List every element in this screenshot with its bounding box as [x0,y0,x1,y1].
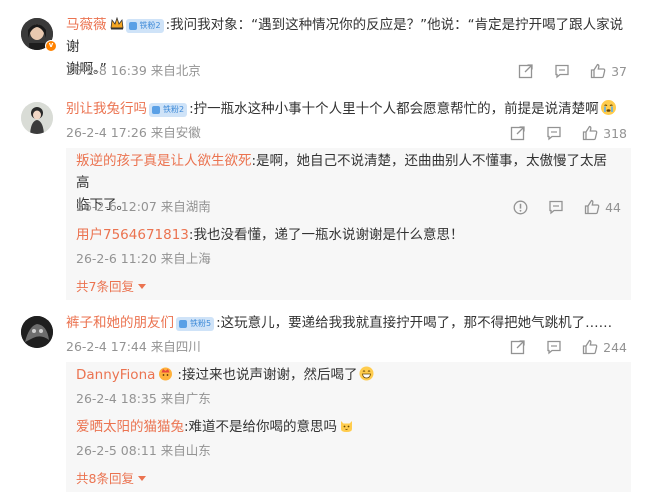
like-count: 37 [611,63,627,79]
alert-circle-icon [513,200,528,214]
like-count: 44 [605,199,621,215]
comment-meta: 26-2-4 17:26 来自安徽 [66,125,201,140]
more-replies-label: 共7条回复 [76,279,134,294]
comment-actions: 37 [498,62,627,80]
share-button[interactable] [510,125,526,141]
thumbs-up-icon [590,63,606,79]
crown-icon [110,17,123,30]
comment-actions: 318 [490,124,627,142]
comment-icon [547,340,561,355]
share-icon [510,340,525,355]
reply-meta: 26-2-6 11:20 来自上海 [76,251,211,266]
fan-badge: 铁粉2 [125,19,164,33]
reply-author[interactable]: DannyFiona [76,367,155,383]
thumbs-up-icon [582,125,598,141]
like-count: 318 [603,125,627,141]
fan-badge: 铁粉2 [149,103,188,117]
caret-down-icon [137,284,146,289]
more-replies-link[interactable]: 共7条回复 [76,276,146,295]
reply-body: :我也没看懂，递了一瓶水说谢谢是什么意思！ [188,227,464,243]
reply-author[interactable]: 用户7564671813 [76,227,189,243]
crying-emoji-icon [600,100,616,115]
like-button[interactable]: 44 [584,199,621,215]
comment-icon [549,200,563,215]
grinning-emoji-icon [359,366,374,381]
comment-meta: 26-2-8 16:39 来自北京 [66,63,201,78]
comment-item: v 马薇薇 铁粉2:我问我对象：“遇到这种情况你的反应是？”他说：“肯定是拧开喝了… [0,0,647,92]
avatar[interactable] [21,102,53,134]
reply-text: DannyFiona :接过来也说声谢谢，然后喝了 [76,364,616,386]
reply-button[interactable] [554,63,570,79]
reply-author[interactable]: 叛逆的孩子真是让人欲生欲死 [76,153,252,169]
reply-button[interactable] [546,339,562,355]
comment-author[interactable]: 别让我兔行吗 [66,101,147,117]
report-button[interactable] [513,200,528,215]
reply-body: :接过来也说声谢谢，然后喝了 [177,367,358,383]
comment-author[interactable]: 马薇薇 [66,17,107,33]
caret-down-icon [137,476,146,481]
share-button[interactable] [510,339,526,355]
share-icon [510,126,525,141]
reply-actions: 44 [493,198,621,216]
reply-meta: 26-2-6 12:07 来自湖南 [76,199,211,214]
reply-meta: 26-2-5 08:11 来自山东 [76,443,211,458]
comment-body: :拧一瓶水这种小事十个人里十个人都会愿意帮忙的，前提是说清楚啊 [189,101,599,117]
reply-text: 爱晒太阳的猫猫兔:难道不是给你喝的意思吗 [76,416,616,438]
thumbs-up-icon [582,339,598,355]
cat-emoji-icon [339,418,354,433]
comment-icon [547,126,561,141]
reply-button[interactable] [548,199,564,215]
like-button[interactable]: 318 [582,125,627,141]
thumbs-up-icon [584,199,600,215]
comment-meta: 26-2-4 17:44 来自四川 [66,339,201,354]
reply-text: 用户7564671813:我也没看懂，递了一瓶水说谢谢是什么意思！ [76,224,616,246]
reply-body: :难道不是给你喝的意思吗 [184,419,338,435]
comment-actions: 244 [490,338,627,356]
comment-body: :这玩意儿，要递给我我就直接拧开喝了，那不得把她气跳机了…… [216,315,613,331]
comment-text: 裤子和她的朋友们 铁粉5:这玩意儿，要递给我我就直接拧开喝了，那不得把她气跳机了…… [66,312,626,334]
like-button[interactable]: 244 [582,339,627,355]
more-replies-link[interactable]: 共8条回复 [76,468,146,487]
share-button[interactable] [518,63,534,79]
reply-meta: 26-2-4 18:35 来自广东 [76,391,211,406]
reply-list: 叛逆的孩子真是让人欲生欲死:是啊，她自己不说清楚，还曲曲别人不懂事，太傲慢了太居… [66,148,631,300]
reply-author[interactable]: 爱晒太阳的猫猫兔 [76,419,184,435]
like-count: 244 [603,339,627,355]
comment-author[interactable]: 裤子和她的朋友们 [66,315,174,331]
fan-badge: 铁粉5 [176,317,215,331]
comment-item: 别让我兔行吗 铁粉2:拧一瓶水这种小事十个人里十个人都会愿意帮忙的，前提是说清楚啊… [0,92,647,304]
verified-icon: v [45,40,57,52]
reply-button[interactable] [546,125,562,141]
crown-badge-icon [158,366,173,381]
avatar[interactable] [21,316,53,348]
reply-list: DannyFiona :接过来也说声谢谢，然后喝了 26-2-4 18:35 来自… [66,362,631,492]
comment-icon [555,64,569,79]
comment-item: 裤子和她的朋友们 铁粉5:这玩意儿，要递给我我就直接拧开喝了，那不得把她气跳机了…… [0,306,647,496]
more-replies-label: 共8条回复 [76,471,134,486]
share-icon [518,64,533,79]
like-button[interactable]: 37 [590,63,627,79]
comment-text: 别让我兔行吗 铁粉2:拧一瓶水这种小事十个人里十个人都会愿意帮忙的，前提是说清楚啊 [66,98,626,120]
